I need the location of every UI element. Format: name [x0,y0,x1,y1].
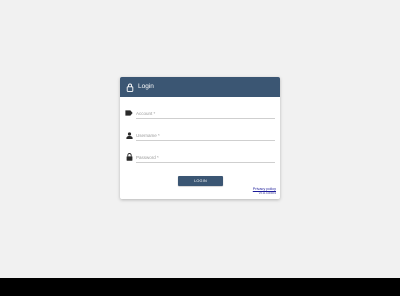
username-input[interactable] [136,130,275,141]
password-input[interactable] [136,152,275,163]
password-row [125,152,275,164]
login-card: Login LOGIN Privacy policy V2 [120,77,280,199]
person-icon [125,131,133,139]
bottom-bar [0,278,400,296]
version-label: V2.11.0-R0019 [258,191,276,195]
tag-icon [125,109,133,117]
username-row [125,130,275,142]
lock-icon [125,153,133,161]
account-row [125,108,275,120]
card-header: Login [120,77,280,97]
footer: Privacy policy V2.11.0-R0019 [253,187,276,195]
account-input[interactable] [136,108,275,119]
login-title: Login [138,82,154,90]
login-button[interactable]: LOGIN [178,176,223,186]
privacy-policy-link[interactable]: Privacy policy [253,187,276,192]
lock-icon [125,82,135,92]
